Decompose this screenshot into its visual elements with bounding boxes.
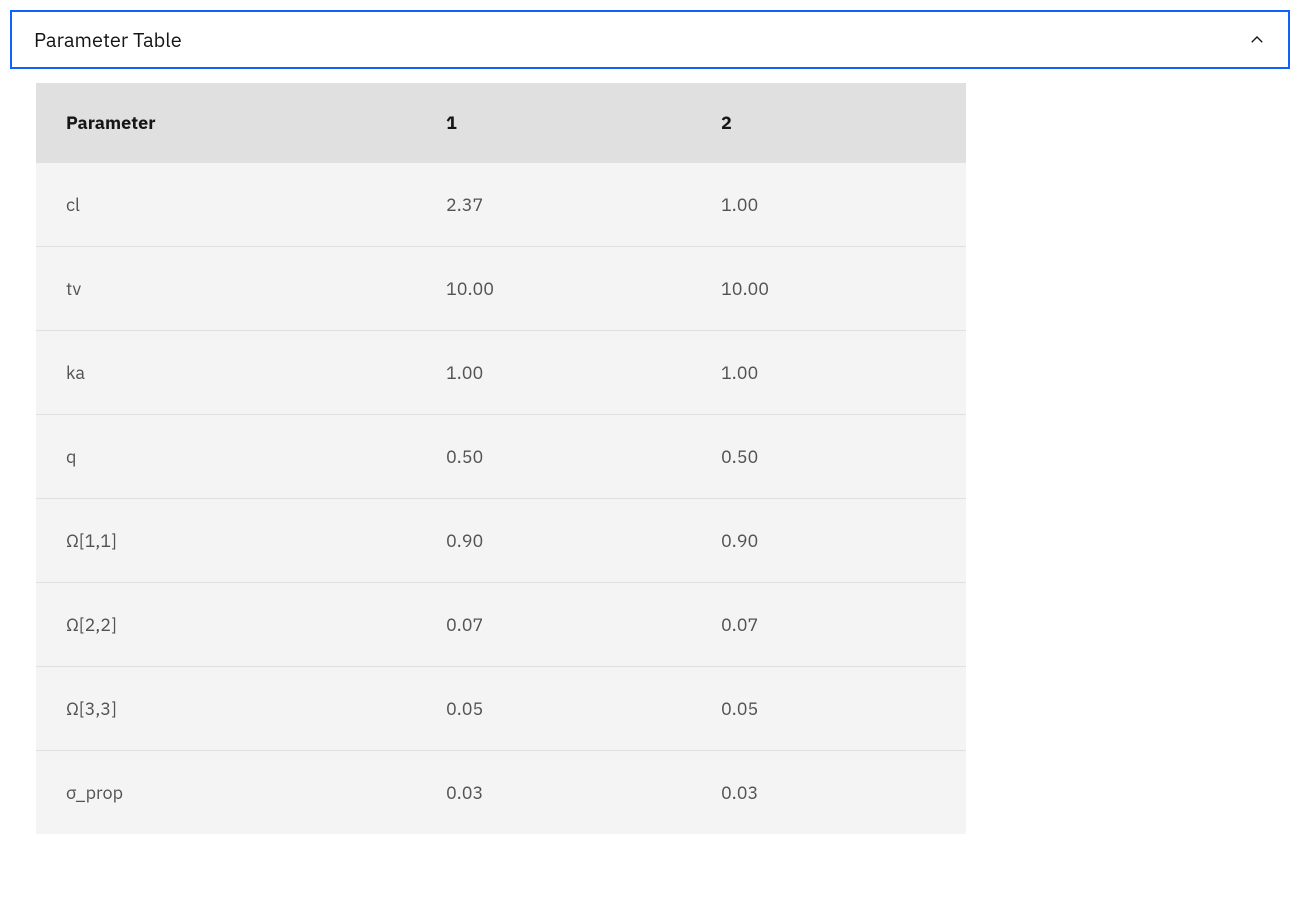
cell-v2: 0.07	[691, 583, 966, 667]
cell-param: tv	[36, 247, 416, 331]
cell-param: q	[36, 415, 416, 499]
accordion-title: Parameter Table	[34, 26, 182, 53]
cell-param: Ω[3,3]	[36, 667, 416, 751]
cell-v1: 1.00	[416, 331, 691, 415]
table-row: cl 2.37 1.00	[36, 163, 966, 247]
cell-v1: 2.37	[416, 163, 691, 247]
cell-v1: 0.03	[416, 751, 691, 835]
cell-v1: 0.05	[416, 667, 691, 751]
cell-param: Ω[1,1]	[36, 499, 416, 583]
cell-v2: 0.05	[691, 667, 966, 751]
cell-param: ka	[36, 331, 416, 415]
cell-param: cl	[36, 163, 416, 247]
cell-param: σ_prop	[36, 751, 416, 835]
cell-v2: 0.03	[691, 751, 966, 835]
table-row: q 0.50 0.50	[36, 415, 966, 499]
cell-v1: 0.90	[416, 499, 691, 583]
table-header-row: Parameter 1 2	[36, 83, 966, 163]
table-row: tv 10.00 10.00	[36, 247, 966, 331]
table-row: Ω[1,1] 0.90 0.90	[36, 499, 966, 583]
cell-v2: 1.00	[691, 331, 966, 415]
col-header-1: 1	[416, 83, 691, 163]
accordion-header[interactable]: Parameter Table	[10, 10, 1290, 69]
cell-v2: 0.90	[691, 499, 966, 583]
cell-v2: 1.00	[691, 163, 966, 247]
table-row: σ_prop 0.03 0.03	[36, 751, 966, 835]
table-row: ka 1.00 1.00	[36, 331, 966, 415]
col-header-2: 2	[691, 83, 966, 163]
cell-v1: 0.07	[416, 583, 691, 667]
accordion-container: Parameter Table Parameter 1 2 cl 2.37 1.…	[0, 0, 1300, 870]
cell-v1: 0.50	[416, 415, 691, 499]
cell-v2: 10.00	[691, 247, 966, 331]
table-row: Ω[3,3] 0.05 0.05	[36, 667, 966, 751]
accordion-content: Parameter 1 2 cl 2.37 1.00 tv 10.00 10.0…	[10, 69, 1290, 860]
cell-v1: 10.00	[416, 247, 691, 331]
parameter-table: Parameter 1 2 cl 2.37 1.00 tv 10.00 10.0…	[36, 83, 966, 834]
chevron-up-icon	[1248, 31, 1266, 49]
cell-v2: 0.50	[691, 415, 966, 499]
table-row: Ω[2,2] 0.07 0.07	[36, 583, 966, 667]
cell-param: Ω[2,2]	[36, 583, 416, 667]
col-header-parameter: Parameter	[36, 83, 416, 163]
